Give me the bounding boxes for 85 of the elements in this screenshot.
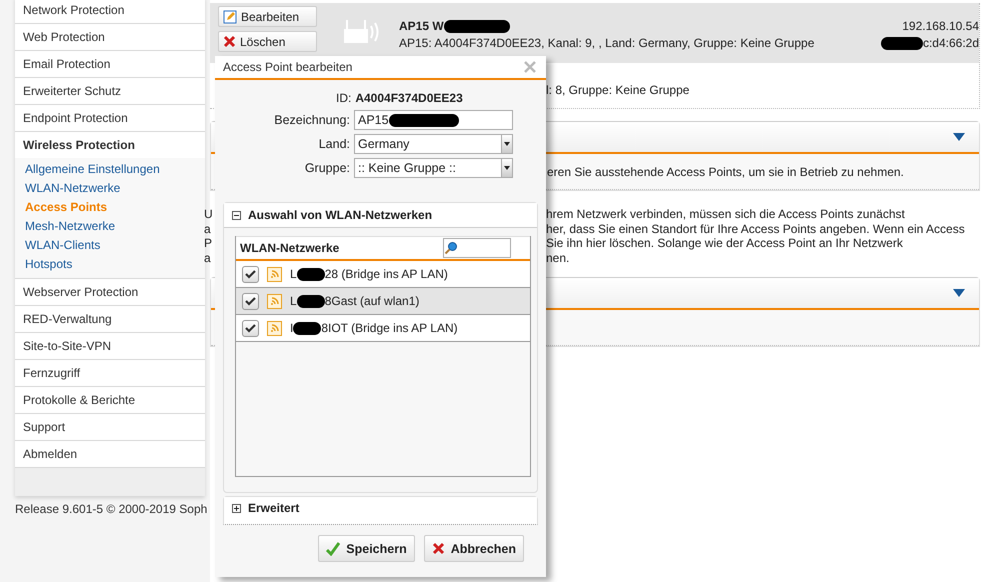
search-field[interactable] [443,238,511,258]
save-button[interactable]: Speichern [318,535,415,562]
network-name: 8IOT (Bridge ins AP LAN) [321,321,458,335]
column-header: WLAN-Netzwerke [240,241,340,255]
redaction-mark [296,268,325,280]
sidebar-item[interactable]: Fernzugriff [15,360,205,387]
sidebar-subitem[interactable]: Mesh-Netzwerke [25,217,116,236]
network-name: 28 (Bridge ins AP LAN) [324,267,448,281]
sidebar-item[interactable]: Wireless Protection [15,132,205,158]
cancel-button[interactable]: Abbrechen [424,535,524,562]
section-header[interactable]: Auswahl von WLAN-Netzwerken [224,203,537,228]
paragraph-text: her, dass Sie einen Standort für Ihre Access Points angeben. Wenn ein Access [546,222,965,236]
paragraph-text: P [204,236,212,250]
access-point-name: AP15 W [399,18,444,35]
paragraph-text: U [204,207,213,222]
checkmark-icon [326,542,340,556]
sidebar-item[interactable]: Endpoint Protection [15,105,205,132]
sidebar-item[interactable]: Support [15,414,205,441]
select-field[interactable]: Germany [354,134,513,154]
redaction-mark [880,37,923,50]
sidebar-item[interactable]: Webserver Protection [15,279,205,306]
checkmark-icon [245,324,256,332]
checkmark-icon [245,296,256,306]
sidebar-item[interactable]: Site-to-Site-VPN [15,333,205,360]
checkbox[interactable] [242,266,259,282]
paragraph-text: a [204,250,211,265]
access-point-details: l: 8, Gruppe: Keine Gruppe [546,83,690,97]
checkbox[interactable] [242,292,259,310]
sidebar-item[interactable]: Email Protection [15,51,205,78]
sidebar-subitem[interactable]: WLAN-Clients [25,236,100,255]
access-point-row[interactable]: Bearbeiten Löschen AP15 W AP15: A4004F374D0EE23, Kanal: 9, , Land: Germany, Gruppe: Keine Gruppe 192.168.10.54 c:d4:66:2d [210,3,979,63]
network-row[interactable]: L 28 (Bridge ins AP LAN) [236,261,530,288]
paragraph-text: hrem Netzwerk verbinden, müssen sich die Access Points zunächst [546,207,906,222]
sidebar-subitem[interactable]: Allgemeine Einstellungen [25,160,160,179]
network-name: I [290,321,294,335]
pencil-icon [223,10,237,24]
field-label: Bezeichnung: [273,113,350,127]
expand-icon [232,504,241,512]
wifi-icon [267,294,282,308]
edit-button[interactable]: Bearbeiten [218,6,317,27]
network-name: 8Gast (auf wlan1) [324,294,420,308]
dialog-title: Access Point bearbeiten [223,60,352,74]
redaction-mark [293,322,322,334]
footer-text: Release 9.601-5 © 2000-2019 Soph [15,502,205,516]
access-point-details: AP15: A4004F374D0EE23, Kanal: 9, , Land: Germany, Gruppe: Keine Gruppe [399,35,816,52]
network-name: L [290,294,297,308]
checkmark-icon [245,270,256,278]
paragraph-text: a [204,222,211,236]
sidebar-subitem[interactable]: Hotspots [25,255,72,274]
id-value: A4004F374D0EE23 [355,91,463,105]
close-icon [223,35,236,48]
checkbox[interactable] [242,320,259,336]
redaction-mark [388,114,459,126]
collapse-icon [232,210,241,220]
mac-address: c:d4:66:2d [922,35,979,52]
redaction-mark [444,20,510,33]
close-icon [432,542,445,555]
paragraph-text: nen. [546,250,570,265]
field-label: Gruppe: [304,161,350,175]
sidebar-item[interactable]: Web Protection [15,24,205,51]
sidebar-item[interactable]: RED-Verwaltung [15,306,205,333]
network-row[interactable]: I 8IOT (Bridge ins AP LAN) [236,315,530,342]
paragraph-text: Sie ihn hier löschen. Solange wie der Access Point an Ihr Netzwerk [546,236,904,250]
sidebar-subitem[interactable]: WLAN-Netzwerke [25,179,120,198]
delete-button[interactable]: Löschen [218,31,317,52]
select-field[interactable]: :: Keine Gruppe :: [354,158,513,178]
wifi-icon [267,266,282,282]
dropdown-arrow-icon [504,142,510,146]
sidebar-item[interactable]: Erweiterter Schutz [15,78,205,105]
panel-text: eren Sie ausstehende Access Points, um sie in Betrieb zu nehmen. [547,165,904,179]
network-row[interactable]: L 8Gast (auf wlan1) [236,288,530,315]
wifi-icon [267,320,282,336]
sidebar-item[interactable]: Abmelden [15,441,205,468]
sidebar-item[interactable]: Network Protection [15,0,205,24]
field-label: Land: [318,137,350,151]
redaction-mark [296,294,325,308]
dropdown-arrow-icon [953,133,965,141]
network-name: L [290,267,297,281]
search-icon [444,241,458,255]
dropdown-arrow-icon [504,166,510,170]
dropdown-arrow-icon [953,289,965,297]
ip-address: 192.168.10.54 [901,18,979,35]
sidebar-item[interactable]: Protokolle & Berichte [15,387,205,414]
field-label: ID: [336,91,352,105]
input-field[interactable]: AP15 [354,110,513,130]
